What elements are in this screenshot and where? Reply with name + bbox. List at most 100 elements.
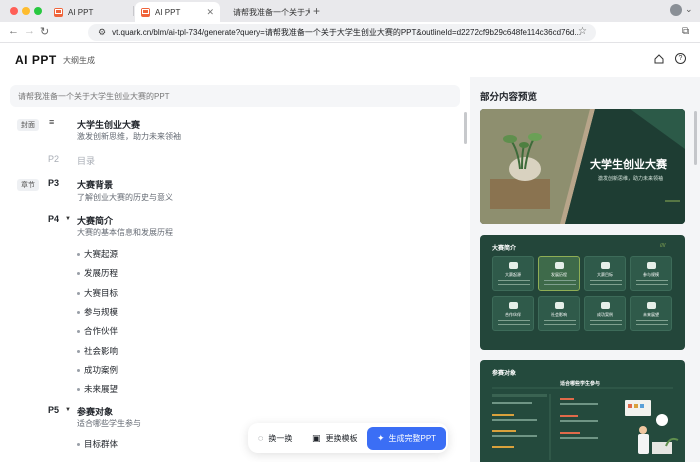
- reload-icon[interactable]: ↻: [40, 25, 49, 38]
- close-tab-icon[interactable]: ✕: [206, 7, 214, 18]
- back-arrow-icon[interactable]: ←: [8, 25, 19, 37]
- site-settings-icon[interactable]: ⚙: [98, 27, 106, 38]
- card-text-line: [544, 284, 576, 285]
- outline-scrollbar[interactable]: [464, 112, 467, 144]
- close-window-button[interactable]: [10, 7, 18, 15]
- intro-card: 合作伙伴: [492, 296, 534, 331]
- list-item[interactable]: 发展历程: [77, 267, 118, 279]
- cover-title[interactable]: 大学生创业大赛: [77, 118, 140, 131]
- swap-button[interactable]: ◌ 换一换: [258, 423, 292, 453]
- ppt-favicon-icon: [54, 7, 63, 17]
- preview-slide-participants[interactable]: 参赛对象 适合哪些学生参与: [480, 360, 685, 462]
- list-item[interactable]: 参与规模: [77, 306, 118, 318]
- list-item[interactable]: 合作伙伴: [77, 325, 118, 337]
- decoration-slashes-icon: ////: [660, 243, 666, 249]
- card-text-line: [590, 324, 622, 325]
- collapse-caret-icon[interactable]: ▼: [65, 216, 71, 222]
- list-item[interactable]: 未来展望: [77, 383, 118, 395]
- change-template-button[interactable]: ▣ 更换模板: [312, 423, 358, 453]
- bullet-icon: [77, 252, 80, 256]
- bookmark-star-icon[interactable]: ☆: [578, 26, 587, 37]
- browser-tab-bar: AI PPT AI PPT ✕ 请帮我准备一个关于大学生职... + ⌄: [0, 0, 700, 22]
- card-text-line: [590, 284, 622, 285]
- app-logo: AI PPT: [15, 53, 57, 67]
- intro-slide-title: 大赛简介: [492, 246, 517, 252]
- item-label: 合作伙伴: [84, 326, 119, 336]
- chapter-desc[interactable]: 大赛的基本信息和发展历程: [77, 227, 173, 238]
- list-item[interactable]: 成功案例: [77, 364, 118, 376]
- url-field[interactable]: ⚙ vt.quark.cn/blm/ai-tpl-734/generate?qu…: [88, 24, 596, 41]
- browser-tab-1[interactable]: AI PPT: [48, 2, 130, 22]
- minimize-window-button[interactable]: [22, 7, 30, 15]
- new-tab-button[interactable]: +: [313, 4, 320, 18]
- list-item[interactable]: 目标群体: [77, 438, 118, 450]
- tab-list-chevron-icon[interactable]: ⌄: [685, 4, 693, 15]
- card-text-line: [544, 320, 576, 321]
- cover-slide-subtitle: 激发创新思维，助力未来领袖: [598, 176, 664, 182]
- card-label: 合作伙伴: [505, 312, 521, 317]
- page-subtitle: 大纲生成: [63, 56, 95, 65]
- card-label: 未来展望: [643, 312, 659, 317]
- address-bar: ← → ↻ ⚙ vt.quark.cn/blm/ai-tpl-734/gener…: [0, 22, 700, 43]
- tab-divider: [133, 6, 134, 16]
- chapter-desc[interactable]: 了解创业大赛的历史与意义: [77, 192, 173, 203]
- chapter-title[interactable]: 大赛简介: [77, 214, 113, 227]
- list-item[interactable]: 社会影响: [77, 345, 118, 357]
- chapter-title[interactable]: 参赛对象: [77, 405, 113, 418]
- browser-tab-3[interactable]: 请帮我准备一个关于大学生职...: [222, 2, 310, 22]
- profile-avatar[interactable]: [670, 4, 682, 16]
- browser-tab-2[interactable]: AI PPT ✕: [135, 2, 220, 22]
- card-text-line: [544, 324, 576, 325]
- card-text-line: [544, 280, 576, 281]
- preview-scrollbar[interactable]: [694, 111, 697, 165]
- intro-card: 社会影响: [538, 296, 580, 331]
- swap-label: 换一换: [268, 433, 293, 443]
- collapse-caret-icon[interactable]: ▼: [65, 407, 71, 413]
- image-icon: ▣: [312, 432, 321, 443]
- bullet-icon: [77, 310, 80, 314]
- bullet-icon: [77, 291, 80, 295]
- generate-label: 生成完整PPT: [388, 434, 437, 443]
- cover-layout-icon[interactable]: ≡: [49, 117, 54, 127]
- app-header: AI PPT 大纲生成 ?: [0, 43, 700, 77]
- url-text: vt.quark.cn/blm/ai-tpl-734/generate?quer…: [112, 28, 582, 37]
- intro-card: 成功案例: [584, 296, 626, 331]
- toc-title[interactable]: 目录: [77, 154, 95, 167]
- card-text-line: [498, 284, 530, 285]
- bullet-icon: [77, 329, 80, 333]
- tab-label: AI PPT: [68, 7, 94, 17]
- forward-arrow-icon[interactable]: →: [24, 25, 35, 37]
- list-item[interactable]: 大赛起源: [77, 248, 118, 260]
- zoom-window-button[interactable]: [34, 7, 42, 15]
- page-number: P3: [48, 178, 60, 188]
- item-label: 发展历程: [84, 268, 119, 278]
- list-item[interactable]: 大赛目标: [77, 287, 118, 299]
- page-number: P2: [48, 154, 60, 164]
- cover-desc[interactable]: 激发创新思维，助力未来领袖: [77, 131, 181, 142]
- home-icon[interactable]: [652, 52, 666, 66]
- intro-card: 发展历程: [538, 256, 580, 291]
- bullet-icon: [77, 271, 80, 275]
- card-icon: [555, 302, 564, 309]
- card-icon: [601, 262, 610, 269]
- page-number: P5: [48, 405, 60, 415]
- preview-slide-cover[interactable]: 大学生创业大赛 激发创新思维，助力未来领袖: [480, 109, 685, 224]
- card-text-line: [636, 280, 668, 281]
- page-number: P4: [48, 214, 60, 224]
- participants-illustration: [492, 387, 679, 460]
- ppt-favicon-icon: [141, 7, 150, 17]
- item-label: 未来展望: [84, 384, 119, 394]
- bullet-icon: [77, 368, 80, 372]
- preview-slide-intro[interactable]: 大赛简介 //// 大赛起源 发展历程 大赛目标 参与规模 合作伙伴 社会影响 …: [480, 235, 685, 350]
- card-text-line: [636, 320, 668, 321]
- extensions-icon[interactable]: ⧉: [682, 26, 689, 37]
- chapter-desc[interactable]: 适合哪些学生参与: [77, 418, 141, 429]
- chapter-title[interactable]: 大赛背景: [77, 178, 113, 191]
- generate-full-ppt-button[interactable]: ✦ 生成完整PPT: [367, 427, 446, 450]
- change-template-label: 更换模板: [325, 433, 358, 443]
- item-label: 参与规模: [84, 307, 119, 317]
- card-icon: [647, 302, 656, 309]
- card-text-line: [498, 320, 530, 321]
- query-display: 请帮我准备一个关于大学生创业大赛的PPT: [10, 85, 460, 107]
- help-icon[interactable]: ?: [675, 53, 686, 64]
